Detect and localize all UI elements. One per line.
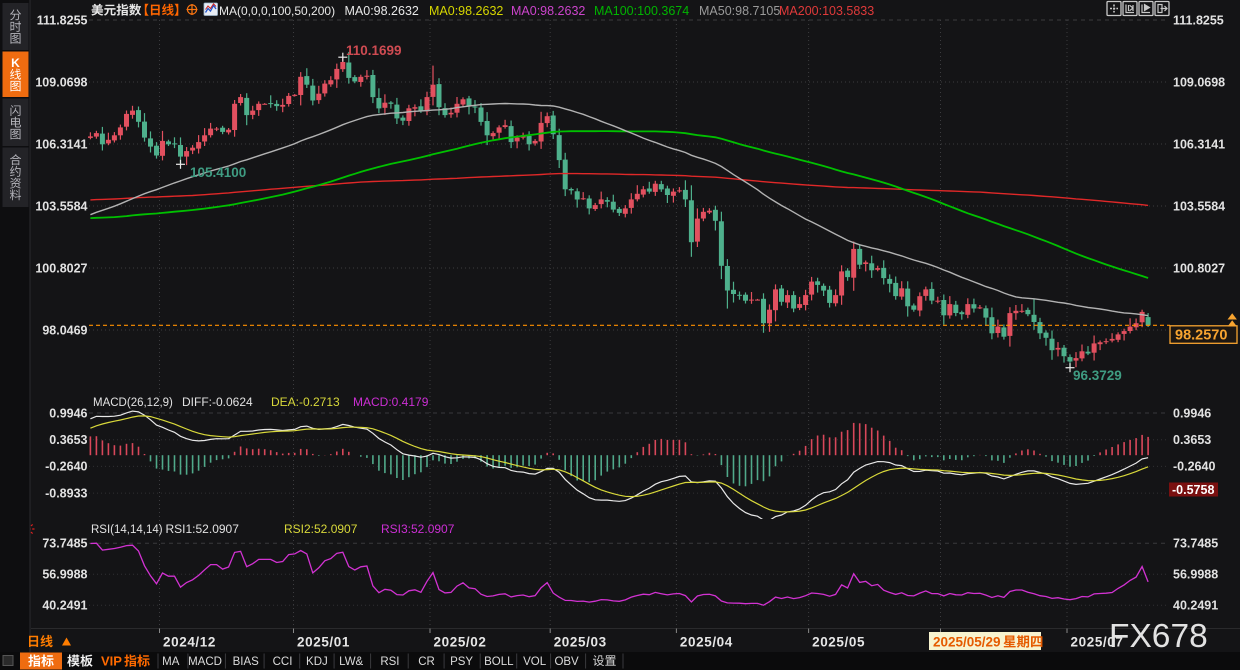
svg-text:73.7485: 73.7485	[42, 537, 87, 551]
svg-text:DEA:-0.2713: DEA:-0.2713	[271, 395, 340, 409]
svg-text:MA0:98.2632: MA0:98.2632	[429, 4, 503, 18]
svg-text:109.0698: 109.0698	[35, 75, 87, 89]
svg-text:PSY: PSY	[450, 656, 473, 668]
svg-text:73.7485: 73.7485	[1173, 537, 1218, 551]
svg-text:MACD(26,12,9): MACD(26,12,9)	[93, 397, 173, 409]
svg-text:103.5584: 103.5584	[35, 199, 87, 213]
svg-text:2025/03: 2025/03	[554, 635, 607, 650]
svg-text:LW&: LW&	[339, 656, 363, 668]
svg-text:MA: MA	[162, 656, 180, 668]
svg-text:VIP: VIP	[101, 654, 122, 669]
svg-text:MA200:103.5833: MA200:103.5833	[779, 4, 874, 18]
svg-text:BOLL: BOLL	[484, 656, 514, 668]
svg-text:-0.5758: -0.5758	[1172, 483, 1214, 497]
svg-text:MA50:98.7105: MA50:98.7105	[699, 4, 780, 18]
svg-text:MA(0,0,0,100,50,200): MA(0,0,0,100,50,200)	[219, 4, 335, 18]
svg-text:VOL: VOL	[523, 656, 547, 668]
svg-text:RSI2:52.0907: RSI2:52.0907	[284, 522, 358, 536]
svg-text:-0.8933: -0.8933	[45, 486, 87, 500]
svg-text:RSI(14,14,14): RSI(14,14,14)	[91, 524, 163, 536]
svg-text:2025/05/29: 2025/05/29	[933, 635, 1001, 650]
svg-text:K: K	[11, 56, 20, 70]
svg-text:CR: CR	[418, 656, 435, 668]
svg-text:2025/02: 2025/02	[434, 635, 487, 650]
svg-text:OBV: OBV	[554, 656, 579, 668]
svg-text:110.1699: 110.1699	[346, 43, 402, 58]
svg-text:RSI: RSI	[380, 656, 399, 668]
svg-text:MA0:98.2632: MA0:98.2632	[511, 4, 585, 18]
svg-text:KDJ: KDJ	[306, 656, 328, 668]
svg-text:0.3653: 0.3653	[1173, 433, 1211, 447]
svg-text:MA100:100.3674: MA100:100.3674	[594, 4, 689, 18]
svg-text:0.3653: 0.3653	[49, 433, 87, 447]
svg-text:0.9946: 0.9946	[49, 406, 87, 420]
svg-text:96.3729: 96.3729	[1073, 368, 1122, 383]
svg-text:-0.2640: -0.2640	[45, 460, 87, 474]
svg-text:105.4100: 105.4100	[190, 165, 246, 180]
svg-text:2024/12: 2024/12	[163, 635, 216, 650]
svg-text:98.2570: 98.2570	[1175, 328, 1227, 344]
svg-text:FX678: FX678	[1109, 618, 1208, 655]
svg-text:111.8255: 111.8255	[1173, 13, 1224, 27]
svg-text:CCI: CCI	[273, 656, 293, 668]
svg-text:106.3141: 106.3141	[35, 137, 87, 151]
svg-text:100.8027: 100.8027	[1173, 261, 1225, 275]
svg-text:111.8255: 111.8255	[37, 13, 88, 27]
svg-text:40.2491: 40.2491	[42, 599, 87, 613]
svg-text:-0.2640: -0.2640	[1173, 460, 1215, 474]
svg-text:2025/01: 2025/01	[297, 635, 350, 650]
svg-text:BIAS: BIAS	[233, 656, 260, 668]
svg-text:2025/04: 2025/04	[680, 635, 733, 650]
svg-text:MACD:0.4179: MACD:0.4179	[353, 395, 429, 409]
svg-text:RSI3:52.0907: RSI3:52.0907	[381, 522, 455, 536]
svg-text:0.9946: 0.9946	[1173, 406, 1211, 420]
svg-text:56.9988: 56.9988	[1173, 568, 1218, 582]
svg-text:MACD: MACD	[188, 656, 222, 668]
svg-text:100.8027: 100.8027	[35, 261, 87, 275]
svg-text:2025/05: 2025/05	[812, 635, 865, 650]
svg-text:106.3141: 106.3141	[1173, 137, 1225, 151]
svg-text:MA0:98.2632: MA0:98.2632	[345, 4, 419, 18]
svg-text:56.9988: 56.9988	[42, 568, 87, 582]
svg-text:103.5584: 103.5584	[1173, 199, 1225, 213]
svg-text:40.2491: 40.2491	[1173, 599, 1218, 613]
svg-text:RSI1:52.0907: RSI1:52.0907	[166, 522, 240, 536]
svg-text:109.0698: 109.0698	[1173, 75, 1225, 89]
svg-text:DIFF:-0.0624: DIFF:-0.0624	[182, 395, 253, 409]
svg-text:98.0469: 98.0469	[42, 323, 87, 337]
